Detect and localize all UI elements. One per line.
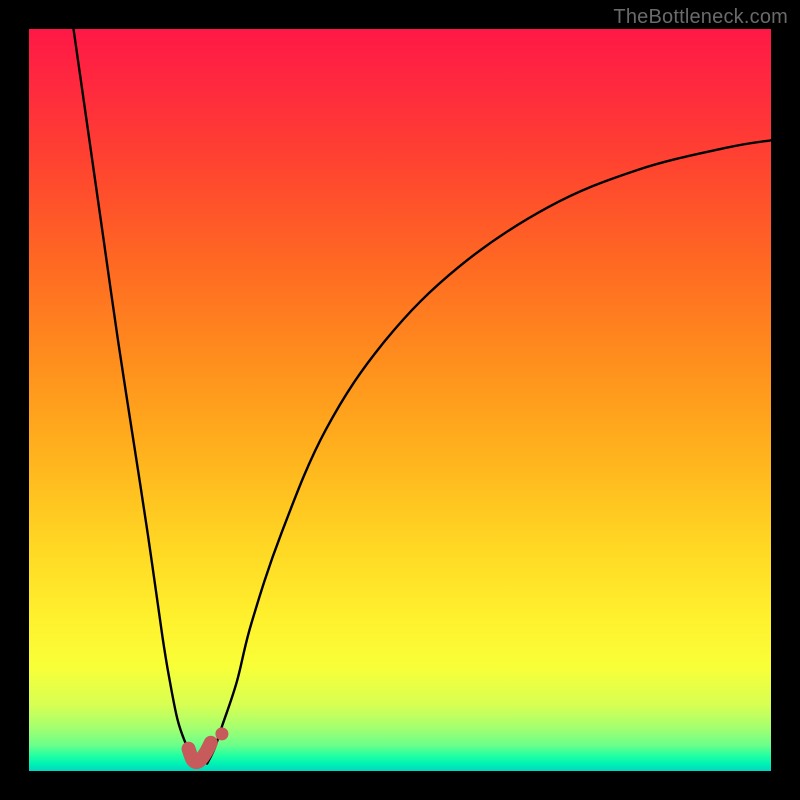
ascending-dot xyxy=(215,727,228,740)
curves-layer xyxy=(29,29,771,771)
valley-marker xyxy=(189,743,211,762)
left-curve xyxy=(74,29,200,764)
watermark-text: TheBottleneck.com xyxy=(613,6,788,29)
chart-frame: TheBottleneck.com xyxy=(0,0,800,800)
plot-area xyxy=(29,29,771,771)
right-curve xyxy=(207,140,771,763)
